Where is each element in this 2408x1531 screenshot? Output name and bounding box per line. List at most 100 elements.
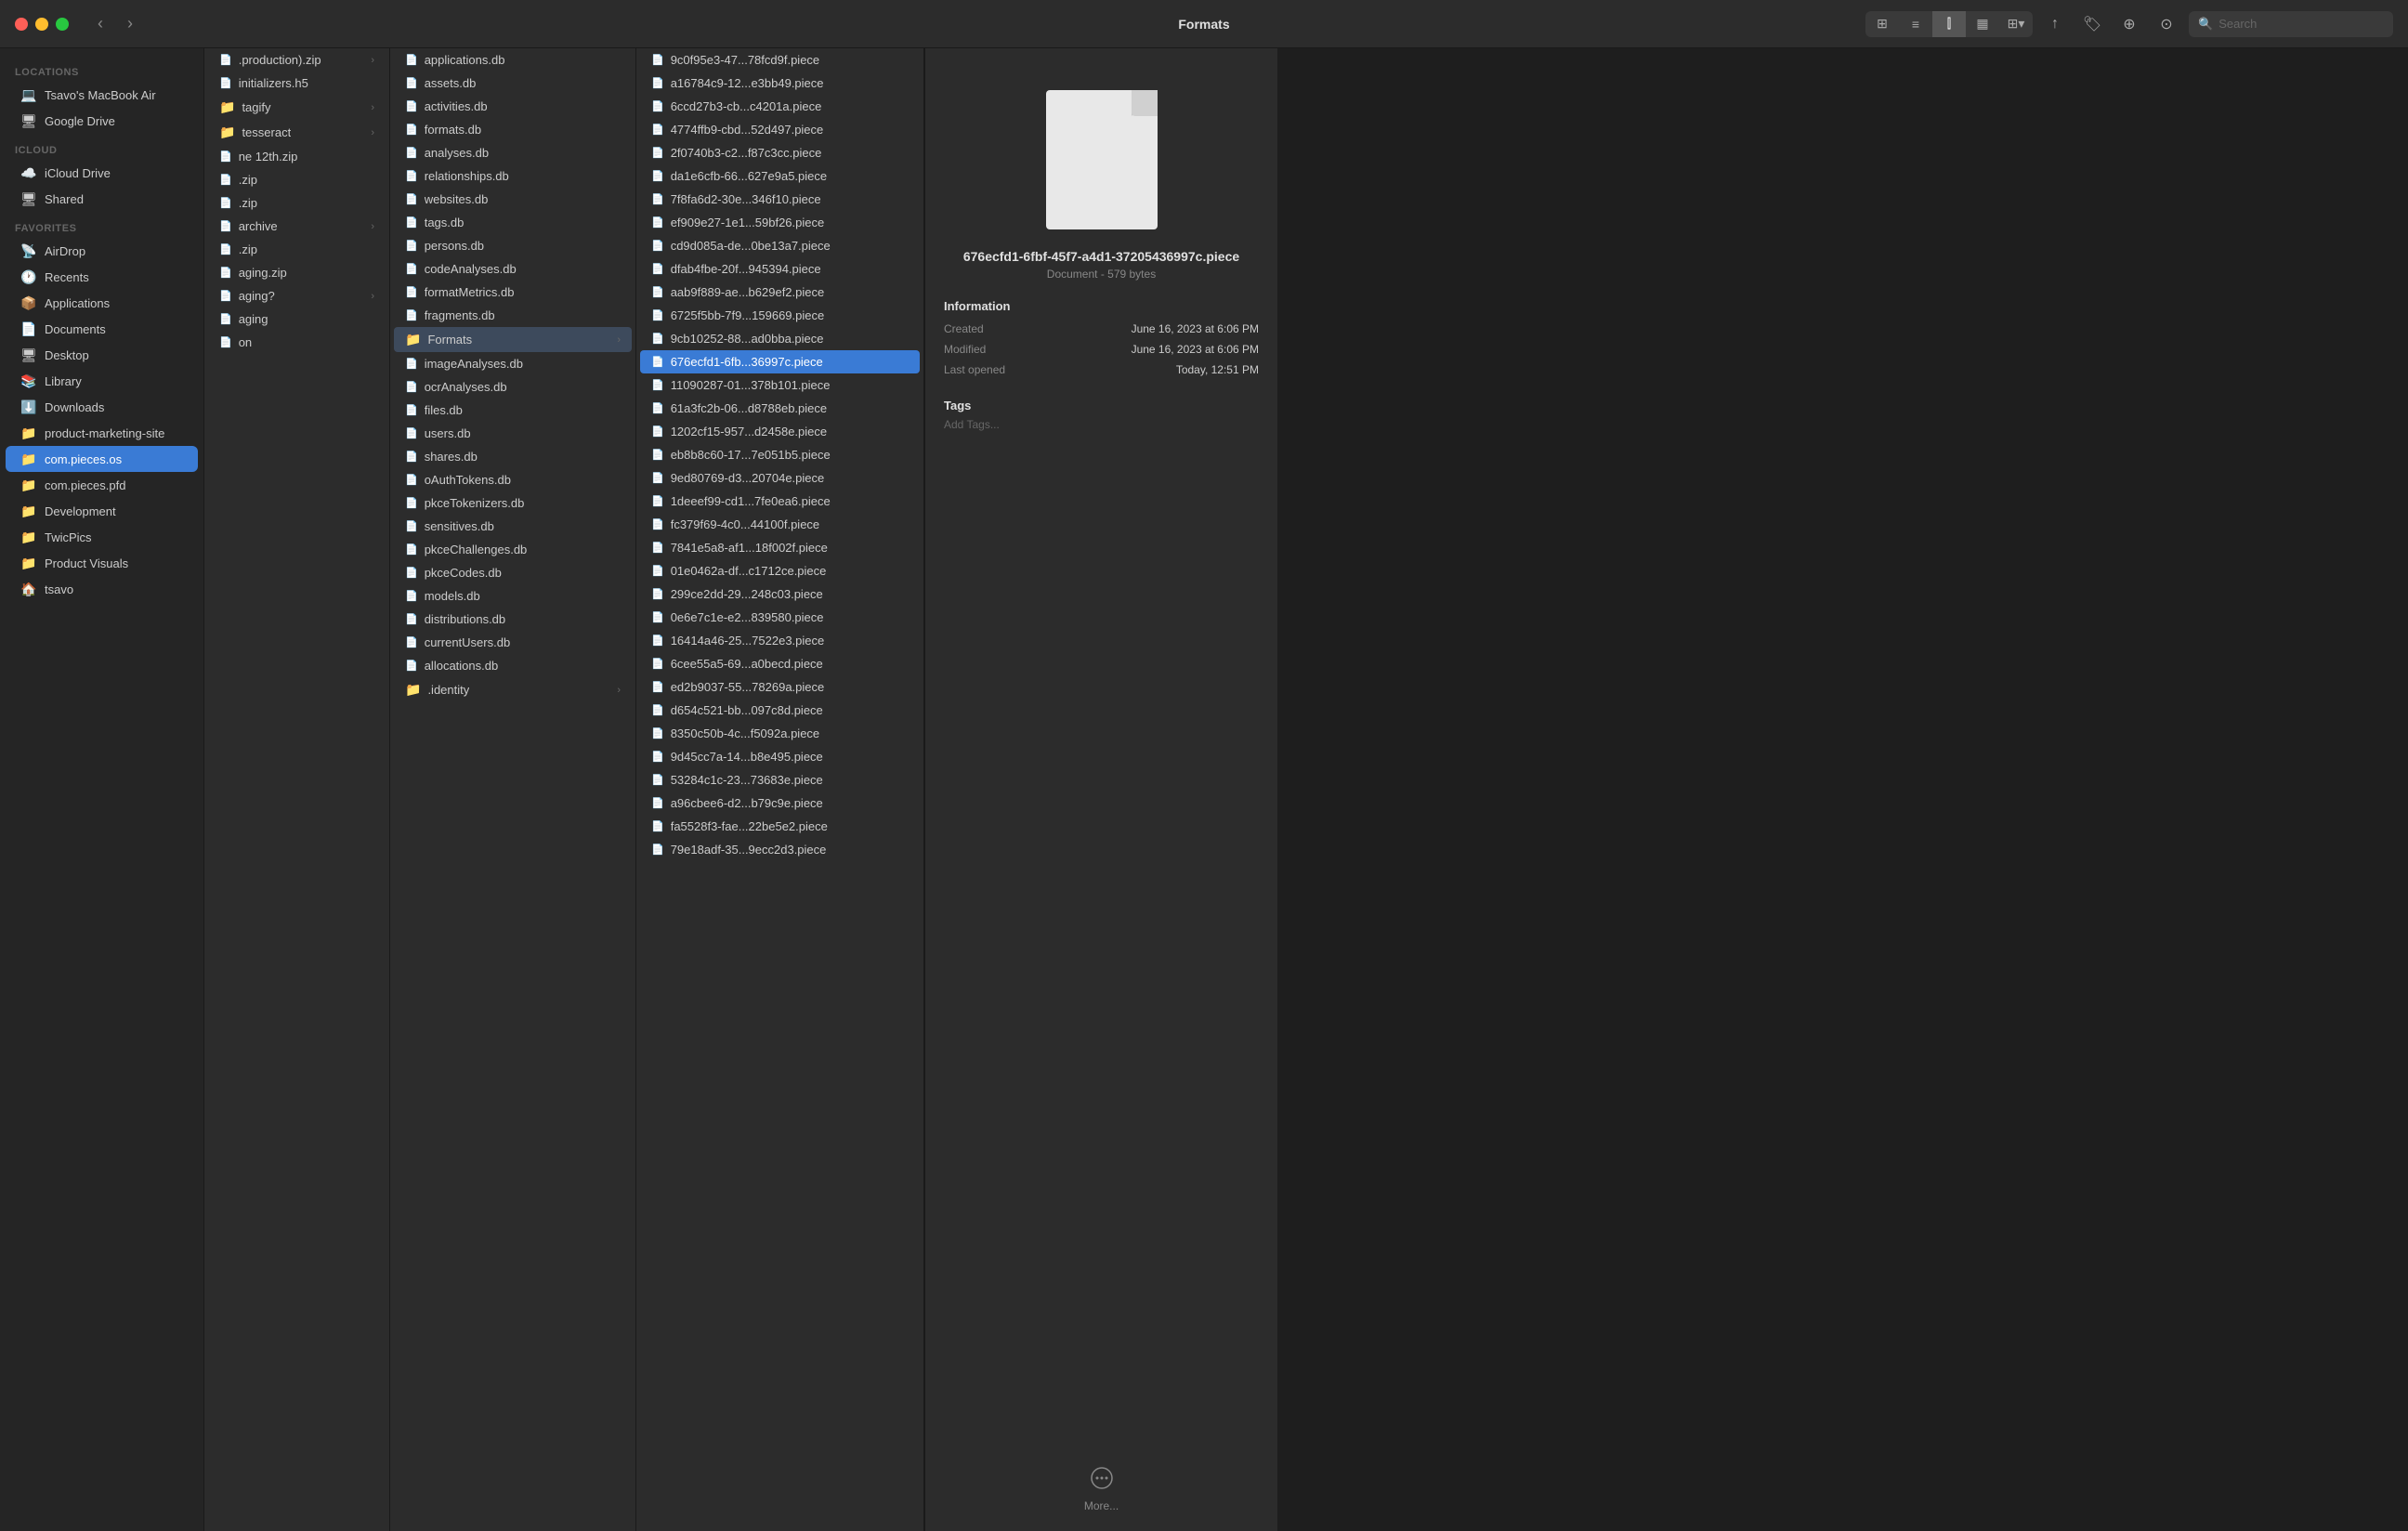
- list-item[interactable]: 📄 6725f5bb-7f9...159669.piece: [640, 304, 920, 327]
- search-input[interactable]: [2218, 17, 2384, 31]
- sidebar-item-product-marketing[interactable]: 📁 product-marketing-site: [6, 420, 198, 446]
- close-button[interactable]: [15, 18, 28, 31]
- quick-look-button[interactable]: ⊙: [2152, 11, 2181, 37]
- list-item[interactable]: 📄 formats.db: [394, 118, 632, 141]
- sidebar-item-icloud-drive[interactable]: ☁️ iCloud Drive: [6, 160, 198, 186]
- sidebar-item-tsavo[interactable]: 🏠 tsavo: [6, 576, 198, 602]
- more-button[interactable]: More...: [1084, 1438, 1119, 1512]
- list-item[interactable]: 📄 1deeef99-cd1...7fe0ea6.piece: [640, 490, 920, 513]
- minimize-button[interactable]: [35, 18, 48, 31]
- list-item[interactable]: 📄 11090287-01...378b101.piece: [640, 373, 920, 397]
- list-item[interactable]: 📄 aging: [208, 308, 386, 331]
- sidebar-item-airdrop[interactable]: 📡 AirDrop: [6, 238, 198, 264]
- list-item[interactable]: 📄 initializers.h5: [208, 72, 386, 95]
- sidebar-item-development[interactable]: 📁 Development: [6, 498, 198, 524]
- sidebar-item-twicpics[interactable]: 📁 TwicPics: [6, 524, 198, 550]
- list-item[interactable]: 📄 sensitives.db: [394, 515, 632, 538]
- list-item[interactable]: 📄 2f0740b3-c2...f87c3cc.piece: [640, 141, 920, 164]
- list-item[interactable]: 📄 activities.db: [394, 95, 632, 118]
- sidebar-item-com-pieces-pfd[interactable]: 📁 com.pieces.pfd: [6, 472, 198, 498]
- list-item[interactable]: 📄 pkceCodes.db: [394, 561, 632, 584]
- list-item[interactable]: 📄 distributions.db: [394, 608, 632, 631]
- list-item[interactable]: 📁 tesseract ›: [208, 120, 386, 145]
- list-item[interactable]: 📄 ef909e27-1e1...59bf26.piece: [640, 211, 920, 234]
- list-item[interactable]: 📄 53284c1c-23...73683e.piece: [640, 768, 920, 792]
- forward-button[interactable]: ›: [117, 11, 143, 37]
- list-item[interactable]: 📄 tags.db: [394, 211, 632, 234]
- list-item[interactable]: 📄 pkceChallenges.db: [394, 538, 632, 561]
- list-item[interactable]: 📄 eb8b8c60-17...7e051b5.piece: [640, 443, 920, 466]
- list-item[interactable]: 📁 tagify ›: [208, 95, 386, 120]
- gallery-view-button[interactable]: ▦: [1966, 11, 1999, 37]
- list-item[interactable]: 📄 ocrAnalyses.db: [394, 375, 632, 399]
- back-button[interactable]: ‹: [87, 11, 113, 37]
- list-item[interactable]: 📄 da1e6cfb-66...627e9a5.piece: [640, 164, 920, 188]
- list-item[interactable]: 📄 ne 12th.zip: [208, 145, 386, 168]
- list-item[interactable]: 📁 Formats ›: [394, 327, 632, 352]
- list-item[interactable]: 📄 assets.db: [394, 72, 632, 95]
- list-item[interactable]: 📄 aging.zip: [208, 261, 386, 284]
- list-item[interactable]: 📄 16414a46-25...7522e3.piece: [640, 629, 920, 652]
- list-item[interactable]: 📄 imageAnalyses.db: [394, 352, 632, 375]
- list-item[interactable]: 📄 pkceTokenizers.db: [394, 491, 632, 515]
- sidebar-item-recents[interactable]: 🕐 Recents: [6, 264, 198, 290]
- list-item[interactable]: 📄 7f8fa6d2-30e...346f10.piece: [640, 188, 920, 211]
- list-item[interactable]: 📄 01e0462a-df...c1712ce.piece: [640, 559, 920, 582]
- list-view-button[interactable]: ≡: [1899, 11, 1932, 37]
- sidebar-item-googledrive[interactable]: 🖥 Google Drive: [6, 108, 198, 134]
- sidebar-item-com-pieces-os[interactable]: 📁 com.pieces.os: [6, 446, 198, 472]
- list-item[interactable]: 📄 ed2b9037-55...78269a.piece: [640, 675, 920, 699]
- list-item[interactable]: 📄 shares.db: [394, 445, 632, 468]
- list-item[interactable]: 📄 9ed80769-d3...20704e.piece: [640, 466, 920, 490]
- list-item[interactable]: 📄 a16784c9-12...e3bb49.piece: [640, 72, 920, 95]
- list-item[interactable]: 📄 d654c521-bb...097c8d.piece: [640, 699, 920, 722]
- list-item[interactable]: 📄 codeAnalyses.db: [394, 257, 632, 281]
- list-item[interactable]: 📄 websites.db: [394, 188, 632, 211]
- sidebar-item-product-visuals[interactable]: 📁 Product Visuals: [6, 550, 198, 576]
- list-item[interactable]: 📄 1202cf15-957...d2458e.piece: [640, 420, 920, 443]
- column-view-button[interactable]: ⫿: [1932, 11, 1966, 37]
- list-item[interactable]: 📄 9c0f95e3-47...78fcd9f.piece: [640, 48, 920, 72]
- list-item[interactable]: 📄 6cee55a5-69...a0becd.piece: [640, 652, 920, 675]
- sidebar-item-downloads[interactable]: ⬇️ Downloads: [6, 394, 198, 420]
- list-item[interactable]: 📄 0e6e7c1e-e2...839580.piece: [640, 606, 920, 629]
- list-item[interactable]: 📄 299ce2dd-29...248c03.piece: [640, 582, 920, 606]
- list-item[interactable]: 📄 analyses.db: [394, 141, 632, 164]
- list-item[interactable]: 📄 formatMetrics.db: [394, 281, 632, 304]
- list-item[interactable]: 📄 a96cbee6-d2...b79c9e.piece: [640, 792, 920, 815]
- list-item[interactable]: 📄 aab9f889-ae...b629ef2.piece: [640, 281, 920, 304]
- more-view-button[interactable]: ⊞▾: [1999, 11, 2033, 37]
- list-item[interactable]: 📄 users.db: [394, 422, 632, 445]
- list-item[interactable]: 📁 .identity ›: [394, 677, 632, 702]
- list-item[interactable]: 📄 9cb10252-88...ad0bba.piece: [640, 327, 920, 350]
- tag-button[interactable]: 🏷: [2077, 11, 2107, 37]
- list-item[interactable]: 📄 .zip: [208, 238, 386, 261]
- list-item[interactable]: 📄 allocations.db: [394, 654, 632, 677]
- list-item[interactable]: 📄 persons.db: [394, 234, 632, 257]
- list-item[interactable]: 📄 fc379f69-4c0...44100f.piece: [640, 513, 920, 536]
- list-item[interactable]: 📄 61a3fc2b-06...d8788eb.piece: [640, 397, 920, 420]
- list-item[interactable]: 📄 9d45cc7a-14...b8e495.piece: [640, 745, 920, 768]
- sidebar-item-documents[interactable]: 📄 Documents: [6, 316, 198, 342]
- action-button[interactable]: ⊕: [2114, 11, 2144, 37]
- sidebar-item-desktop[interactable]: 🖥 Desktop: [6, 342, 198, 368]
- list-item[interactable]: 📄 4774ffb9-cbd...52d497.piece: [640, 118, 920, 141]
- list-item[interactable]: 📄 archive ›: [208, 215, 386, 238]
- list-item[interactable]: 📄 oAuthTokens.db: [394, 468, 632, 491]
- list-item[interactable]: 📄 79e18adf-35...9ecc2d3.piece: [640, 838, 920, 861]
- sidebar-item-shared[interactable]: 🖥 Shared: [6, 186, 198, 212]
- list-item[interactable]: 📄 cd9d085a-de...0be13a7.piece: [640, 234, 920, 257]
- sidebar-item-library[interactable]: 📚 Library: [6, 368, 198, 394]
- selected-file-item[interactable]: 📄 676ecfd1-6fb...36997c.piece: [640, 350, 920, 373]
- list-item[interactable]: 📄 7841e5a8-af1...18f002f.piece: [640, 536, 920, 559]
- list-item[interactable]: 📄 relationships.db: [394, 164, 632, 188]
- search-box[interactable]: 🔍: [2189, 11, 2393, 37]
- icon-view-button[interactable]: ⊞: [1865, 11, 1899, 37]
- list-item[interactable]: 📄 dfab4fbe-20f...945394.piece: [640, 257, 920, 281]
- add-tags-button[interactable]: Add Tags...: [944, 418, 1259, 431]
- list-item[interactable]: 📄 fragments.db: [394, 304, 632, 327]
- sidebar-item-applications[interactable]: 📦 Applications: [6, 290, 198, 316]
- list-item[interactable]: 📄 fa5528f3-fae...22be5e2.piece: [640, 815, 920, 838]
- list-item[interactable]: 📄 files.db: [394, 399, 632, 422]
- list-item[interactable]: 📄 .zip: [208, 168, 386, 191]
